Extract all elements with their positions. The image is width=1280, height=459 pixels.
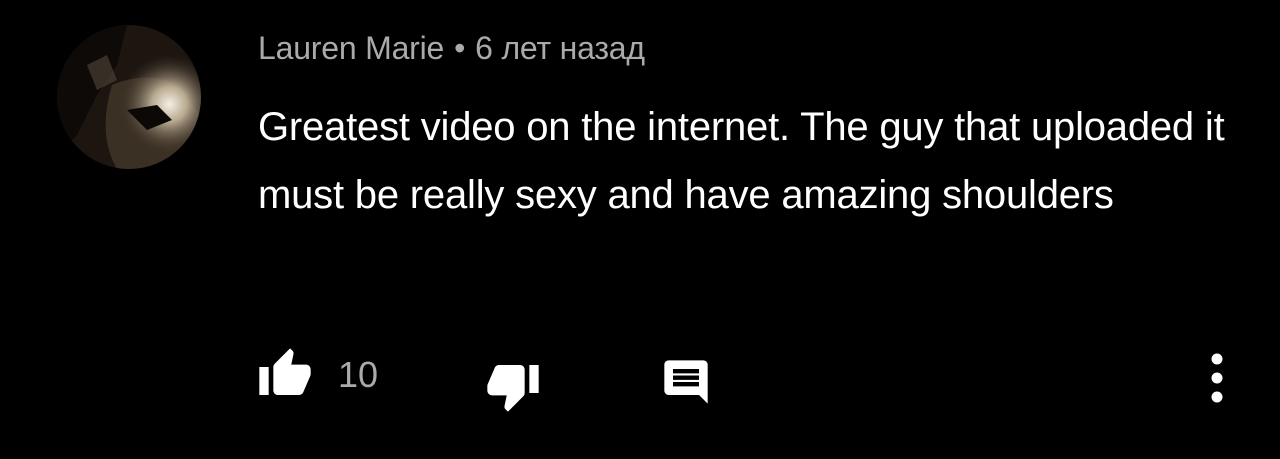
more-options-button[interactable] xyxy=(1206,352,1228,408)
avatar[interactable] xyxy=(57,25,201,169)
like-button[interactable] xyxy=(256,346,314,402)
thumbs-up-icon xyxy=(259,348,311,395)
comment-timestamp[interactable]: 6 лет назад xyxy=(475,30,645,66)
thumbs-down-icon xyxy=(487,365,539,412)
dislike-button[interactable] xyxy=(484,358,542,414)
reply-button[interactable] xyxy=(660,356,712,408)
comment-text: Greatest video on the internet. The guy … xyxy=(258,105,1225,217)
comment-card: Lauren Marie • 6 лет назад Greatest video … xyxy=(0,0,1280,459)
comment-reply-icon xyxy=(664,360,708,404)
author-name[interactable]: Lauren Marie xyxy=(258,30,444,66)
like-count: 10 xyxy=(338,354,379,395)
vertical-dots-icon xyxy=(1211,353,1223,403)
comment-header: Lauren Marie • 6 лет назад xyxy=(258,30,645,67)
comment-actions: 10 xyxy=(0,340,1280,420)
separator-dot: • xyxy=(454,30,466,66)
